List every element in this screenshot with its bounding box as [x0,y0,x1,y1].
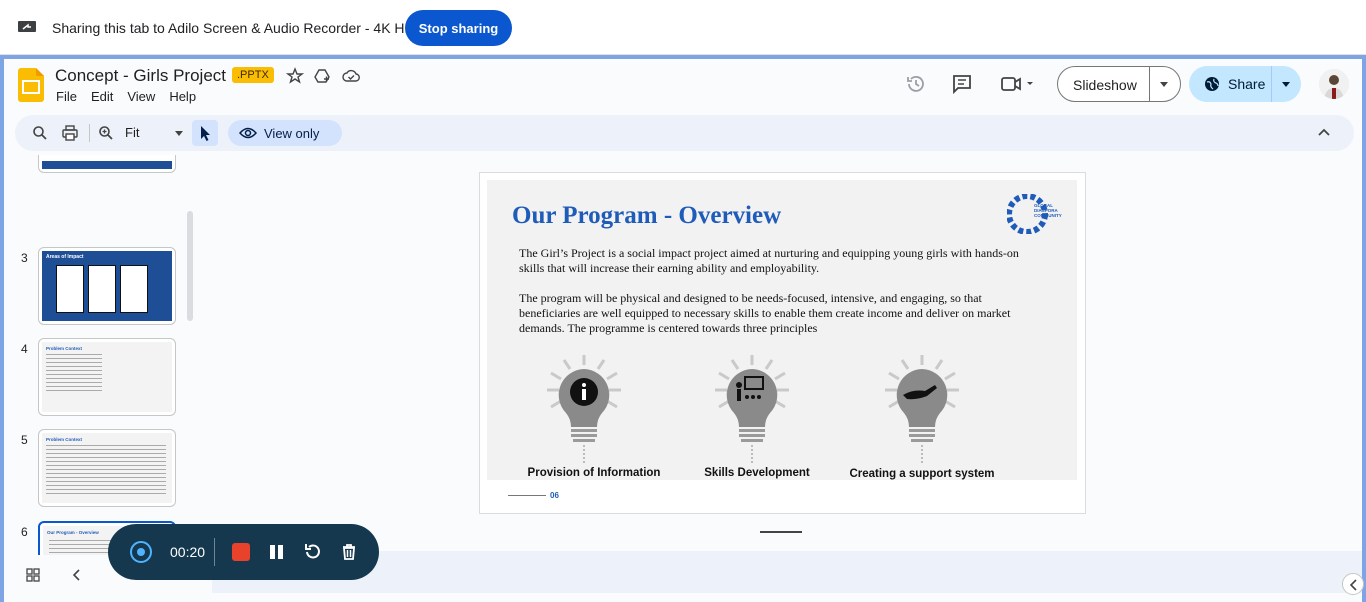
user-avatar-icon [1319,69,1349,99]
skills-teaching-bulb-icon [715,355,789,465]
thumbnail-title: Problem Context [46,437,83,442]
view-only-label: View only [264,126,320,141]
share-options-chevron-down-icon[interactable] [1282,82,1290,87]
slide-number: 3 [21,251,28,265]
document-title[interactable]: Concept - Girls Project [55,66,226,86]
screen-share-icon [18,21,36,32]
slide-canvas: Our Program - Overview GLOBAL DIASPORA C… [479,172,1086,514]
file-type-badge: .PPTX [232,67,274,83]
menu-bar: File Edit View Help [56,89,196,104]
thumbnail-title: Problem Context [46,346,83,351]
meet-call-icon[interactable] [1000,73,1036,95]
grid-view-icon[interactable] [26,568,40,582]
menu-file[interactable]: File [56,89,77,104]
avatar[interactable] [1319,69,1349,99]
toolbar: Fit View only [15,115,1354,151]
collapse-filmstrip-chevron-left-icon[interactable] [72,569,82,581]
share-button[interactable]: Share [1189,66,1301,102]
slides-logo-icon[interactable] [18,68,44,102]
share-label: Share [1228,76,1266,92]
cloud-status-icon[interactable] [342,67,360,85]
cursor-icon [201,126,210,141]
support-hand-bulb-icon [885,355,959,465]
slideshow-options-chevron-down-icon[interactable] [1160,82,1168,87]
chevron-up-icon[interactable] [1317,127,1331,137]
print-icon[interactable] [61,124,79,142]
slide-filmstrip: 3 Areas of Impact 4 Problem Context 5 Pr… [4,155,204,555]
slide-thumbnail-2[interactable] [38,155,176,173]
delete-trash-icon[interactable] [339,542,359,562]
slide-title: Our Program - Overview [512,202,782,229]
select-tool-button[interactable] [192,120,218,146]
principle-label: Skills Development [704,467,810,479]
toolbar-divider [89,124,90,142]
logo-text: GLOBAL DIASPORA COMMUNITY [1034,203,1062,218]
view-only-button[interactable]: View only [228,120,342,146]
stop-recording-button[interactable] [232,543,250,561]
slideshow-divider [1149,67,1150,101]
thumbnail-title: Our Program - Overview [47,530,99,535]
menu-edit[interactable]: Edit [91,89,113,104]
page-number-line [508,495,546,496]
recorder-divider [214,538,215,566]
slide-thumbnail-5[interactable]: Problem Context [38,429,176,507]
principle-label: Creating a support system [849,468,995,480]
chevron-left-icon [1349,579,1357,591]
slide-paragraph-1: The Girl’s Project is a social impact pr… [519,246,1019,275]
slide-number: 6 [21,525,28,539]
header: Concept - Girls Project .PPTX File Edit … [4,59,1362,111]
tab-sharing-bar: Sharing this tab to Adilo Screen & Audio… [0,0,1366,55]
speaker-notes-area[interactable] [212,551,1362,593]
slide-background: Our Program - Overview GLOBAL DIASPORA C… [487,180,1077,480]
information-bulb-icon [547,355,621,465]
restart-icon[interactable] [302,542,322,562]
search-menus-icon[interactable] [31,124,49,142]
slideshow-button[interactable]: Slideshow [1057,66,1181,102]
menu-help[interactable]: Help [169,89,196,104]
filmstrip-scrollbar[interactable] [187,211,193,321]
zoom-chevron-down-icon[interactable] [175,131,183,136]
comments-icon[interactable] [951,73,973,95]
side-panel-toggle[interactable] [1342,573,1364,595]
slide-page-number: 06 [550,491,559,500]
sharing-message: Sharing this tab to Adilo Screen & Audio… [52,20,415,36]
thumbnail-title: Areas of Impact [46,254,84,260]
speaker-notes-resize-handle[interactable] [760,531,802,533]
slideshow-label: Slideshow [1073,77,1137,93]
share-divider [1271,66,1272,102]
globe-icon [1205,77,1219,91]
principle-label: Provision of Information [527,467,661,479]
slide-thumbnail-3[interactable]: Areas of Impact [38,247,176,325]
recording-timer: 00:20 [170,544,206,560]
move-to-drive-icon[interactable] [313,67,331,85]
zoom-select[interactable]: Fit [125,125,139,140]
screen-recorder-controls: 00:20 [108,524,379,580]
slides-app: Concept - Girls Project .PPTX File Edit … [0,55,1366,602]
eye-icon [239,127,257,139]
recording-indicator-icon [130,541,152,563]
slide-number: 5 [21,433,28,447]
slide-paragraph-2: The program will be physical and designe… [519,291,1011,335]
zoom-icon[interactable] [97,124,115,142]
star-icon[interactable] [286,67,304,85]
slide-thumbnail-4[interactable]: Problem Context [38,338,176,416]
stop-sharing-button[interactable]: Stop sharing [405,10,512,46]
pause-icon[interactable] [267,542,287,562]
slide-number: 4 [21,342,28,356]
menu-view[interactable]: View [127,89,155,104]
version-history-icon[interactable] [905,73,927,95]
